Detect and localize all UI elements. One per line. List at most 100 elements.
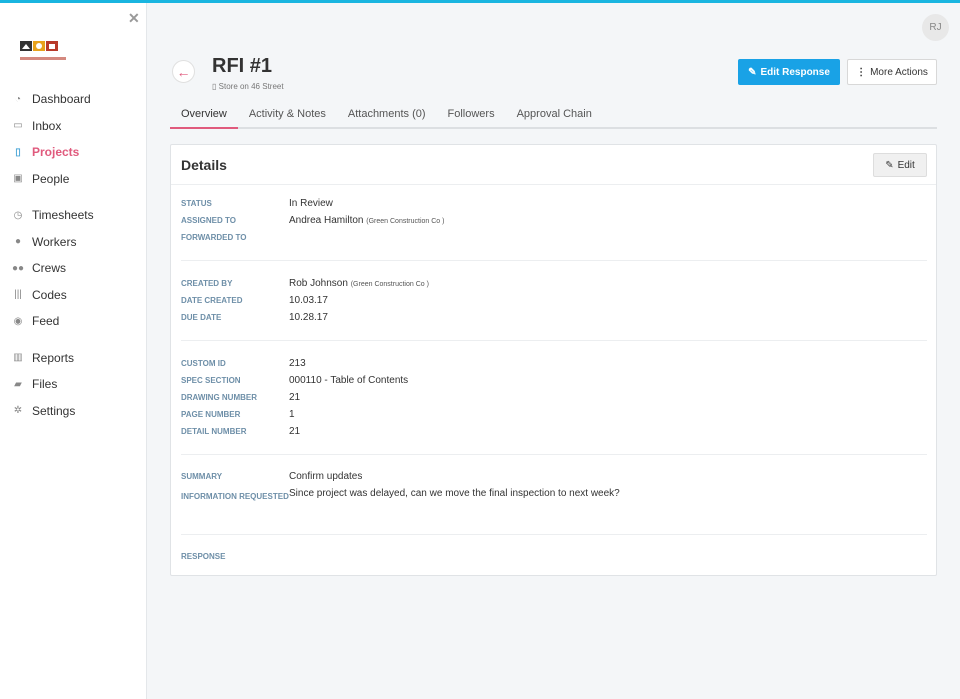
edit-label: Edit bbox=[897, 159, 915, 171]
reference-section: CUSTOM ID 213 SPEC SECTION 000110 - Tabl… bbox=[181, 355, 927, 455]
inbox-icon: ▭ bbox=[13, 120, 23, 132]
chart-icon: ▥ bbox=[13, 352, 23, 364]
response-row: RESPONSE bbox=[181, 548, 927, 565]
sidebar-item-label: Settings bbox=[32, 403, 76, 418]
custom-id-value: 213 bbox=[289, 358, 306, 369]
chat-icon: ◉ bbox=[13, 315, 23, 327]
clock-icon: ◷ bbox=[13, 209, 23, 221]
creation-section: CREATED BY Rob Johnson (Green Constructi… bbox=[181, 275, 927, 341]
gear-icon: ✲ bbox=[13, 405, 23, 417]
edit-response-button[interactable]: ✎ Edit Response bbox=[738, 59, 840, 85]
sidebar-item-label: Dashboard bbox=[32, 92, 91, 107]
crews-icon: ●● bbox=[11, 262, 25, 274]
sidebar-item-timesheets[interactable]: ◷ Timesheets bbox=[0, 202, 147, 229]
drawing-number-row: DRAWING NUMBER 21 bbox=[181, 389, 927, 406]
edit-button[interactable]: ✎ Edit bbox=[873, 153, 927, 177]
created-by-value: Rob Johnson (Green Construction Co ) bbox=[289, 278, 429, 289]
sidebar-item-codes[interactable]: ||| Codes bbox=[0, 282, 147, 309]
status-value: In Review bbox=[289, 198, 333, 209]
creator-company: (Green Construction Co ) bbox=[350, 281, 429, 288]
page-subtitle: ▯ Store on 46 Street bbox=[212, 82, 284, 91]
created-by-label: CREATED BY bbox=[181, 279, 233, 288]
sidebar-item-feed[interactable]: ◉ Feed bbox=[0, 308, 147, 335]
created-by-row: CREATED BY Rob Johnson (Green Constructi… bbox=[181, 275, 927, 292]
sidebar-item-workers[interactable]: ● Workers bbox=[0, 229, 147, 256]
info-requested-value: Since project was delayed, can we move t… bbox=[289, 488, 620, 499]
sidebar-nav: ◔ Dashboard ▭ Inbox ▯ Projects ▣ People … bbox=[0, 86, 147, 424]
main-content: RJ ← RFI #1 ▯ Store on 46 Street ✎ Edit … bbox=[148, 3, 960, 699]
tab-activity-notes[interactable]: Activity & Notes bbox=[238, 103, 337, 129]
sidebar-item-inbox[interactable]: ▭ Inbox bbox=[0, 113, 147, 140]
sidebar-item-reports[interactable]: ▥ Reports bbox=[0, 345, 147, 372]
assignment-section: STATUS In Review ASSIGNED TO Andrea Hami… bbox=[181, 195, 927, 261]
close-icon[interactable]: ✕ bbox=[128, 10, 140, 27]
nav-gap bbox=[0, 192, 147, 202]
date-created-row: DATE CREATED 10.03.17 bbox=[181, 292, 927, 309]
detail-number-row: DETAIL NUMBER 21 bbox=[181, 423, 927, 440]
date-created-value: 10.03.17 bbox=[289, 295, 328, 306]
details-card: Details ✎ Edit STATUS In Review ASSIGNED… bbox=[170, 144, 937, 576]
drawing-number-value: 21 bbox=[289, 392, 301, 403]
sidebar-item-label: Workers bbox=[32, 234, 77, 249]
tab-attachments[interactable]: Attachments (0) bbox=[337, 103, 437, 129]
info-requested-row: INFORMATION REQUESTED Since project was … bbox=[181, 485, 927, 519]
status-label: STATUS bbox=[181, 199, 212, 208]
sidebar-item-label: Feed bbox=[32, 314, 60, 329]
info-requested-label: INFORMATION REQUESTED bbox=[181, 492, 289, 501]
summary-label: SUMMARY bbox=[181, 472, 223, 481]
tab-overview[interactable]: Overview bbox=[170, 103, 238, 129]
sidebar-item-label: Crews bbox=[32, 261, 67, 276]
sidebar-item-settings[interactable]: ✲ Settings bbox=[0, 398, 147, 425]
date-created-label: DATE CREATED bbox=[181, 296, 243, 305]
tab-followers[interactable]: Followers bbox=[437, 103, 506, 129]
details-header: Details ✎ Edit bbox=[171, 145, 936, 185]
pencil-icon: ✎ bbox=[748, 66, 757, 78]
sidebar-item-files[interactable]: ▰ Files bbox=[0, 371, 147, 398]
projects-icon: ▯ bbox=[15, 146, 21, 158]
sidebar-item-label: Timesheets bbox=[32, 208, 94, 223]
due-date-value: 10.28.17 bbox=[289, 312, 328, 323]
summary-section: SUMMARY Confirm updates INFORMATION REQU… bbox=[181, 468, 927, 535]
page-number-value: 1 bbox=[289, 409, 295, 420]
assignee-company: (Green Construction Co ) bbox=[366, 218, 445, 225]
response-section: RESPONSE bbox=[181, 548, 927, 572]
sidebar-item-label: Files bbox=[32, 377, 58, 392]
summary-row: SUMMARY Confirm updates bbox=[181, 468, 927, 485]
assigned-row: ASSIGNED TO Andrea Hamilton (Green Const… bbox=[181, 212, 927, 229]
assigned-value: Andrea Hamilton (Green Construction Co ) bbox=[289, 215, 444, 226]
sidebar-item-dashboard[interactable]: ◔ Dashboard bbox=[0, 86, 147, 113]
sidebar-item-people[interactable]: ▣ People bbox=[0, 166, 147, 193]
due-date-row: DUE DATE 10.28.17 bbox=[181, 309, 927, 326]
more-vertical-icon: ⋮ bbox=[856, 66, 867, 78]
spec-section-row: SPEC SECTION 000110 - Table of Contents bbox=[181, 372, 927, 389]
building-icon: ▯ bbox=[212, 82, 217, 91]
tab-approval-chain[interactable]: Approval Chain bbox=[506, 103, 603, 129]
details-title: Details bbox=[181, 157, 227, 173]
forwarded-label: FORWARDED TO bbox=[181, 233, 247, 242]
sidebar: ✕ ◔ Dashboard ▭ Inbox ▯ Projects ▣ Peopl… bbox=[0, 3, 147, 699]
assigned-label: ASSIGNED TO bbox=[181, 216, 236, 225]
drawing-number-label: DRAWING NUMBER bbox=[181, 393, 257, 402]
more-actions-button[interactable]: ⋮ More Actions bbox=[847, 59, 937, 85]
sidebar-item-label: Reports bbox=[32, 350, 75, 365]
people-icon: ▣ bbox=[13, 173, 23, 185]
folder-icon: ▰ bbox=[14, 378, 22, 390]
sidebar-item-label: People bbox=[32, 171, 70, 186]
sidebar-item-label: Inbox bbox=[32, 118, 62, 133]
company-logo bbox=[18, 39, 68, 67]
pencil-icon: ✎ bbox=[885, 159, 894, 171]
response-label: RESPONSE bbox=[181, 552, 226, 561]
due-date-label: DUE DATE bbox=[181, 313, 222, 322]
sidebar-item-crews[interactable]: ●● Crews bbox=[0, 255, 147, 282]
creator-name: Rob Johnson bbox=[289, 278, 348, 289]
page-number-row: PAGE NUMBER 1 bbox=[181, 406, 927, 423]
back-button[interactable]: ← bbox=[172, 60, 195, 83]
custom-id-row: CUSTOM ID 213 bbox=[181, 355, 927, 372]
sidebar-item-projects[interactable]: ▯ Projects bbox=[0, 139, 147, 166]
summary-value: Confirm updates bbox=[289, 471, 363, 482]
forwarded-row: FORWARDED TO bbox=[181, 229, 927, 246]
avatar[interactable]: RJ bbox=[922, 14, 949, 41]
spec-section-value: 000110 - Table of Contents bbox=[289, 375, 409, 386]
spec-section-label: SPEC SECTION bbox=[181, 376, 241, 385]
nav-gap bbox=[0, 335, 147, 345]
